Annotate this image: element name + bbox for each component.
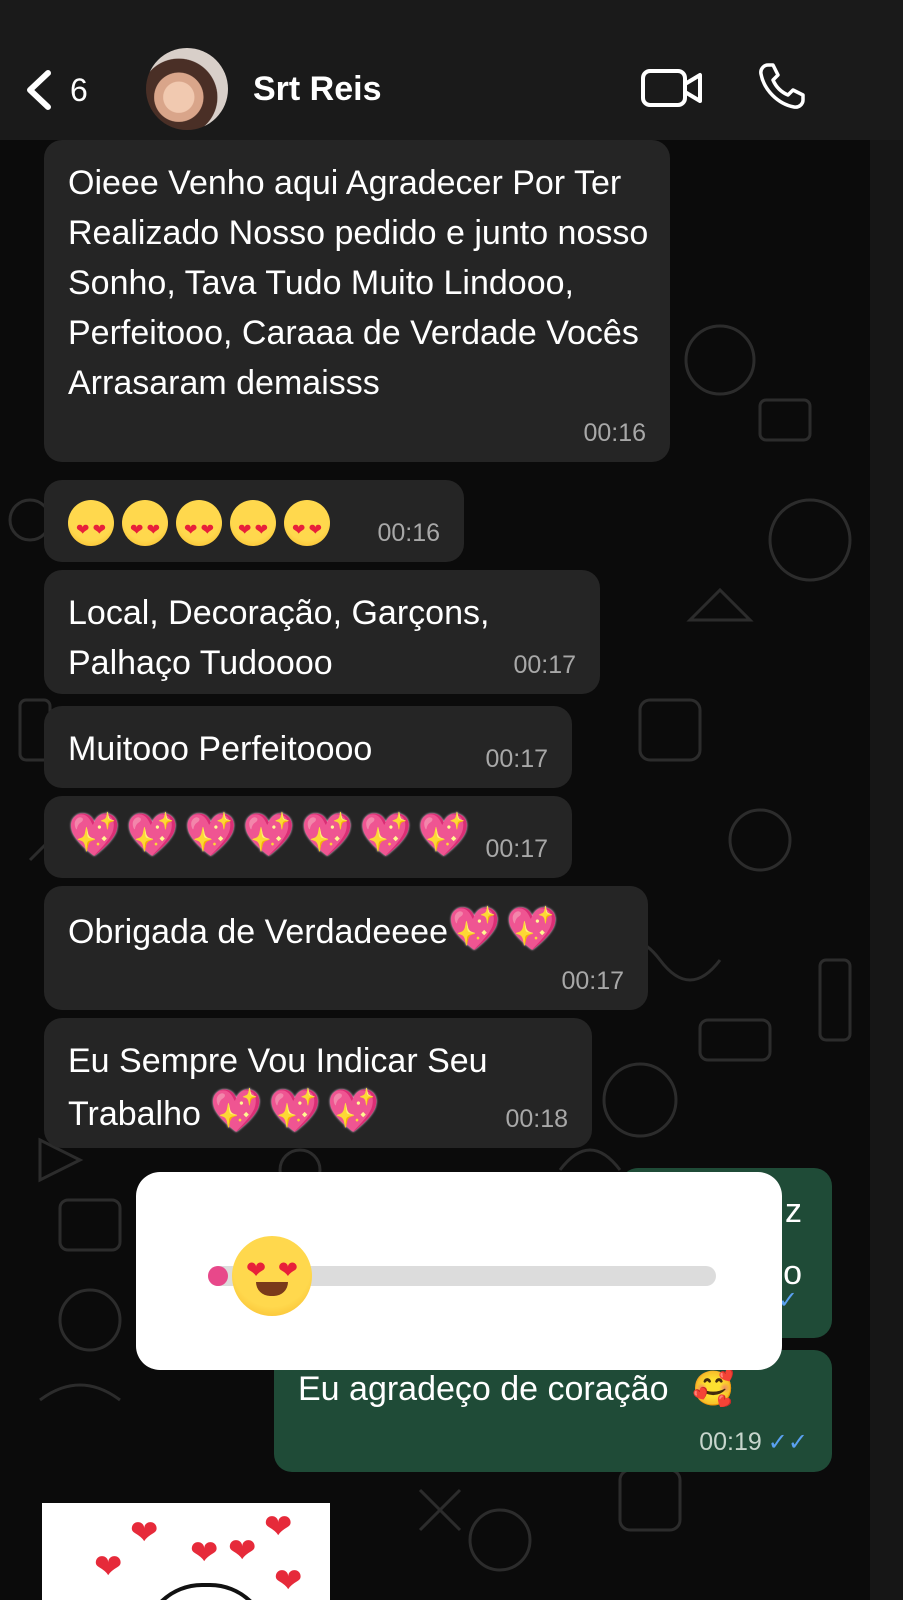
heart-eye-icon: ❤ — [246, 1257, 267, 1284]
heart-eyes-emoji-icon — [284, 500, 330, 556]
sparkling-heart-icon: 💖 — [268, 1087, 321, 1134]
message-bubble[interactable]: Oieee Venho aqui Agradecer Por Ter Reali… — [44, 140, 670, 462]
chat-area[interactable]: Oieee Venho aqui Agradecer Por Ter Reali… — [0, 140, 903, 1600]
unread-count: 6 — [70, 71, 88, 108]
slider-fill — [208, 1266, 229, 1286]
sparkling-heart-icon: 💖 — [506, 905, 559, 952]
sparkling-heart-icon: 💖 — [417, 811, 471, 858]
heart-icon: ❤ — [190, 1534, 219, 1572]
sparkling-heart-icon: 💖 — [326, 1087, 380, 1134]
heart-eyes-emoji-slider-thumb[interactable]: ❤ ❤ — [232, 1236, 312, 1316]
message-time: 00:16 — [377, 519, 440, 547]
heart-eyes-emoji-icon — [68, 500, 114, 556]
chat-header: 6 Srt Reis — [0, 0, 903, 140]
heart-icon: ❤ — [228, 1532, 257, 1570]
message-time: 00:18 — [505, 1105, 568, 1133]
sparkling-heart-icon: 💖 — [242, 811, 296, 858]
heart-eyes-emoji-icon — [230, 500, 276, 556]
sparkling-heart-row: 💖 💖 💖 💖 💖 💖 💖 — [68, 811, 476, 858]
message-bubble[interactable]: 💖 💖 💖 💖 💖 💖 💖 00:17 — [44, 796, 572, 878]
message-text-fragment: z — [785, 1192, 802, 1230]
phone-call-icon[interactable] — [756, 60, 808, 112]
heart-icon: ❤ — [130, 1514, 159, 1552]
heart-icon: ❤ — [274, 1562, 303, 1600]
message-time: 00:16 — [583, 419, 646, 447]
avatar[interactable] — [146, 48, 228, 130]
heart-eye-icon: ❤ — [277, 1257, 298, 1284]
message-text: Local, Decoração, Garçons, Palhaço Tudoo… — [68, 594, 490, 682]
message-bubble[interactable]: Obrigada de Verdadeeee💖 💖 00:17 — [44, 886, 648, 1010]
sparkling-heart-icon: 💖 — [301, 811, 354, 858]
contact-name[interactable]: Srt Reis — [253, 70, 382, 109]
message-bubble[interactable]: Muitooo Perfeitoooo 00:17 — [44, 706, 572, 788]
sparkling-heart-icon: 💖 — [68, 811, 121, 858]
message-time: 00:17 — [485, 835, 548, 863]
scroll-edge — [870, 140, 903, 1600]
message-text: Obrigada de Verdadeeee — [68, 913, 448, 951]
heart-eyes-emoji-icon — [176, 500, 222, 556]
message-time: 00:17 — [561, 967, 624, 995]
heart-icon: ❤ — [264, 1508, 293, 1546]
smiling-face-with-hearts-icon: 🥰 — [691, 1370, 735, 1408]
sparkling-heart-icon: 💖 — [126, 811, 179, 858]
emoji-slider-card[interactable]: ❤ ❤ — [136, 1172, 782, 1370]
chevron-left-icon — [27, 70, 51, 110]
mouth — [256, 1282, 288, 1296]
sparkling-heart-icon: 💖 — [359, 811, 412, 858]
sparkling-heart-icon: 💖 — [184, 811, 237, 858]
message-bubble[interactable]: 00:16 — [44, 480, 464, 562]
heart-eyes-emoji-row — [68, 500, 338, 556]
message-time: 00:17 — [485, 745, 548, 773]
message-time: 00:19 ✓✓ — [699, 1428, 808, 1456]
heart-eyes-emoji-icon — [122, 500, 168, 556]
back-button[interactable]: 6 — [22, 62, 112, 118]
read-receipt-icon: ✓✓ — [767, 1429, 808, 1456]
message-bubble[interactable]: Local, Decoração, Garçons, Palhaço Tudoo… — [44, 570, 600, 694]
sticker-outline — [142, 1583, 270, 1600]
video-call-icon[interactable] — [640, 64, 704, 112]
sparkling-heart-icon: 💖 — [210, 1087, 263, 1134]
message-text: Muitooo Perfeitoooo — [68, 730, 373, 768]
sparkling-heart-icon: 💖 — [447, 905, 501, 952]
message-text: Eu agradeço de coração — [298, 1370, 669, 1408]
message-time: 00:17 — [513, 651, 576, 679]
hearts-sticker-image[interactable]: ❤ ❤ ❤ ❤ ❤ ❤ — [42, 1503, 330, 1600]
heart-icon: ❤ — [94, 1548, 123, 1586]
message-bubble[interactable]: Eu Sempre Vou Indicar Seu Trabalho 💖 💖 💖 0… — [44, 1018, 592, 1148]
message-text: Oieee Venho aqui Agradecer Por Ter Reali… — [68, 164, 649, 402]
